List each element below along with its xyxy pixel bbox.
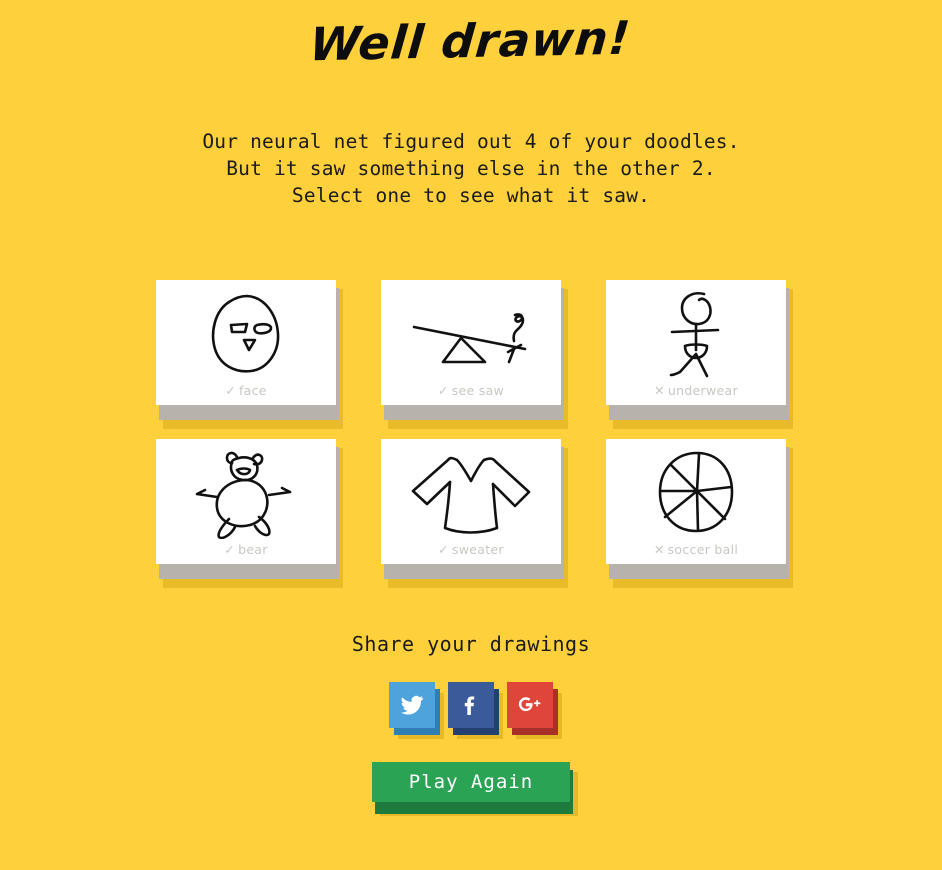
- play-again-area: Play Again: [0, 762, 942, 816]
- share-heading: Share your drawings: [351, 632, 591, 656]
- doodle-card-underwear-label: ✕ underwear: [654, 383, 738, 398]
- doodle-card-see-saw-label: ✓ see saw: [437, 383, 505, 398]
- cross-icon: ✕: [653, 542, 665, 557]
- play-again-label: Play Again: [408, 771, 534, 793]
- underwear-doodle: [606, 280, 786, 383]
- bear-doodle: [156, 439, 336, 542]
- doodle-card-sweater-surface[interactable]: ✓ sweater: [381, 439, 561, 564]
- play-again-face[interactable]: Play Again: [372, 762, 570, 802]
- check-icon: ✓: [438, 542, 449, 557]
- doodle-card-bear[interactable]: ✓ bear: [156, 439, 343, 588]
- intro-line-2: But it saw something else in the other 2…: [226, 157, 716, 180]
- share-buttons: [0, 682, 942, 739]
- check-icon: ✓: [437, 383, 449, 398]
- soccer-ball-doodle: [606, 439, 786, 542]
- page-title: Well drawn!: [307, 10, 634, 72]
- doodle-card-underwear-surface[interactable]: ✕ underwear: [606, 280, 786, 405]
- check-icon: ✓: [225, 383, 236, 398]
- face-doodle: [156, 280, 336, 383]
- facebook-button-face[interactable]: [448, 682, 494, 728]
- doodle-card-bear-surface[interactable]: ✓ bear: [156, 439, 336, 564]
- doodle-row-1: ✓ face ✓ see saw ✕ underwear: [156, 280, 793, 429]
- doodle-grid: ✓ face ✓ see saw ✕ underwear ✓ bear ✓ sw…: [0, 280, 942, 588]
- facebook-icon: [459, 693, 483, 717]
- share-facebook-button[interactable]: [448, 682, 503, 739]
- doodle-card-see-saw[interactable]: ✓ see saw: [381, 280, 568, 429]
- twitter-icon: [400, 693, 424, 717]
- doodle-card-face[interactable]: ✓ face: [156, 280, 343, 429]
- sweater-doodle: [381, 439, 561, 542]
- see-saw-doodle: [381, 280, 561, 383]
- share-twitter-button[interactable]: [389, 682, 444, 739]
- check-icon: ✓: [224, 542, 236, 557]
- intro-line-3: Select one to see what it saw.: [291, 184, 651, 207]
- doodle-card-soccer-ball-surface[interactable]: ✕ soccer ball: [606, 439, 786, 564]
- share-googleplus-button[interactable]: [507, 682, 562, 739]
- doodle-card-soccer-ball-label: ✕ soccer ball: [653, 542, 739, 557]
- doodle-card-underwear[interactable]: ✕ underwear: [606, 280, 793, 429]
- doodle-card-sweater-label: ✓ sweater: [438, 542, 504, 557]
- intro-copy: Our neural net figured out 4 of your doo…: [0, 64, 942, 209]
- doodle-card-soccer-ball[interactable]: ✕ soccer ball: [606, 439, 793, 588]
- doodle-card-see-saw-surface[interactable]: ✓ see saw: [381, 280, 561, 405]
- doodle-card-face-surface[interactable]: ✓ face: [156, 280, 336, 405]
- cross-icon: ✕: [654, 383, 665, 398]
- doodle-row-2: ✓ bear ✓ sweater ✕ soccer ball: [156, 439, 793, 588]
- doodle-card-face-label: ✓ face: [225, 383, 267, 398]
- play-again-button[interactable]: Play Again: [372, 762, 578, 816]
- google-plus-icon: [517, 695, 543, 715]
- results-screen: Well drawn! Our neural net figured out 4…: [0, 0, 942, 870]
- googleplus-button-face[interactable]: [507, 682, 553, 728]
- doodle-card-bear-label: ✓ bear: [224, 542, 268, 557]
- doodle-card-sweater[interactable]: ✓ sweater: [381, 439, 568, 588]
- intro-line-1: Our neural net figured out 4 of your doo…: [202, 130, 740, 153]
- twitter-button-face[interactable]: [389, 682, 435, 728]
